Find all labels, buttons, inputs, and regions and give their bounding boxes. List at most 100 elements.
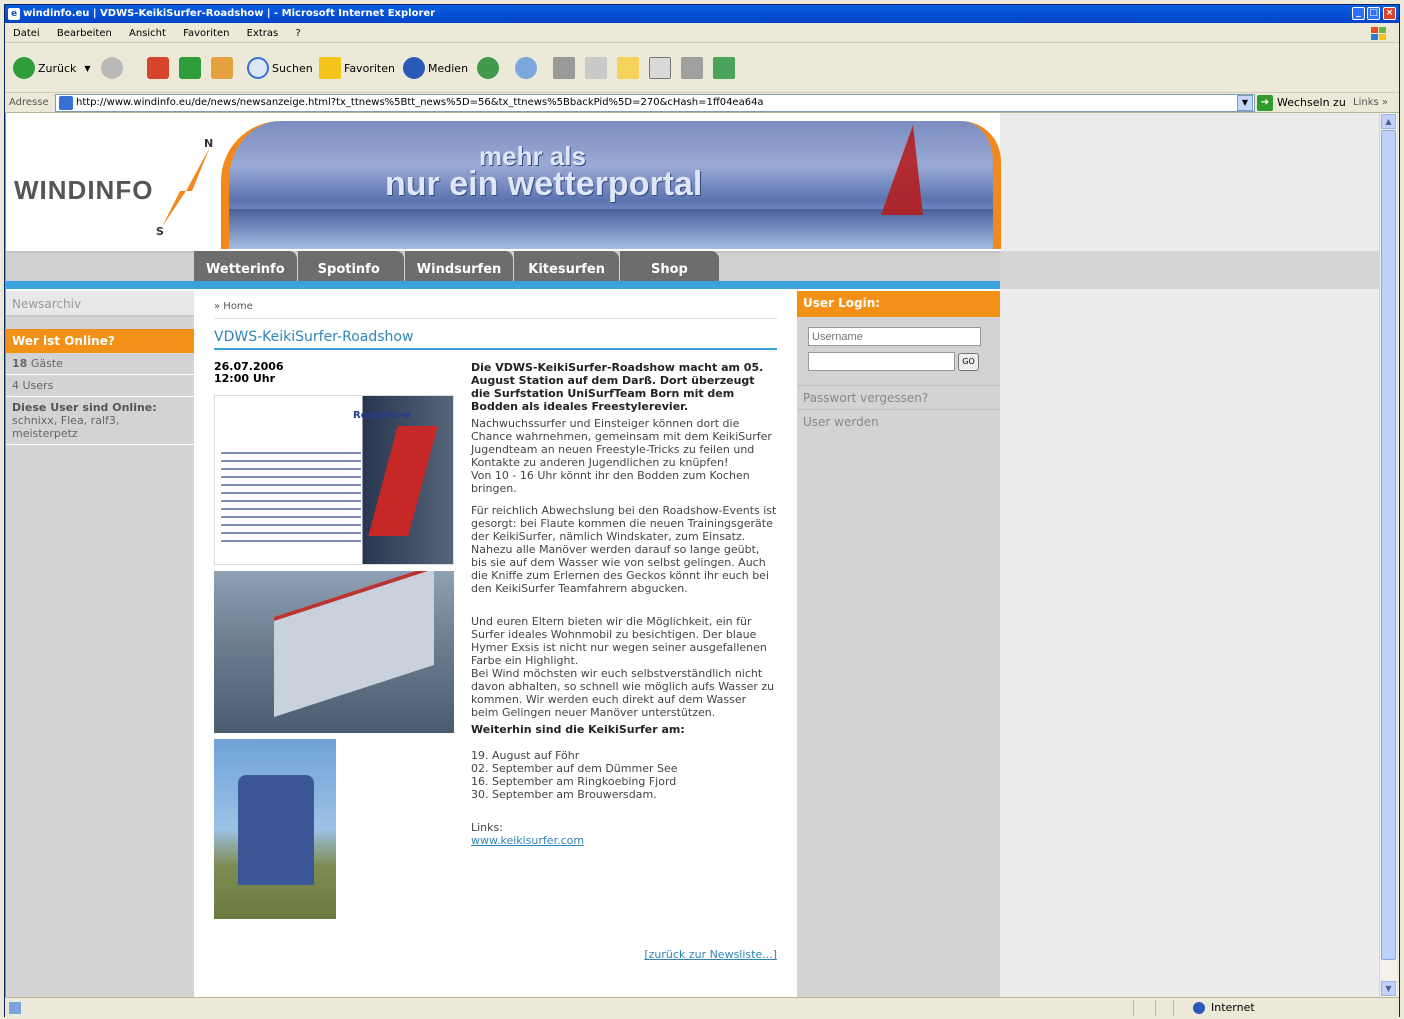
article-paragraph: Nachwuchssurfer und Einsteiger können do… — [471, 417, 772, 469]
go-button[interactable]: ➔ Wechseln zu — [1257, 93, 1346, 113]
list-item: 19. August auf Föhr — [471, 749, 580, 762]
web-page: WINDINFO N S mehr als nur ein wetterport… — [6, 113, 1001, 997]
scroll-thumb[interactable] — [1381, 130, 1396, 960]
discuss-button[interactable] — [617, 55, 642, 81]
article-paragraph: Und euren Eltern bieten wir die Möglichk… — [471, 615, 767, 667]
register-link[interactable]: User werden — [797, 409, 1000, 433]
messenger-button[interactable] — [681, 55, 706, 81]
online-users: Diese User sind Online: schnixx, Flea, r… — [6, 397, 194, 445]
nav-windsurfen[interactable]: Windsurfen — [404, 251, 514, 283]
username-input[interactable] — [808, 327, 981, 346]
close-button[interactable]: × — [1383, 7, 1396, 20]
password-input[interactable] — [808, 352, 955, 371]
blue-divider — [6, 281, 1000, 289]
address-label: Adresse — [9, 97, 49, 108]
login-title: User Login: — [797, 291, 1000, 317]
dates-list: 19. August auf Föhr 02. September auf de… — [471, 749, 777, 801]
keikisurfer-link[interactable]: www.keikisurfer.com — [471, 834, 584, 847]
security-zone: Internet — [1193, 998, 1255, 1018]
article-date: 26.07.2006 12:00 Uhr — [214, 360, 284, 385]
menu-ansicht[interactable]: Ansicht — [129, 28, 166, 39]
compass-north: N — [204, 137, 214, 150]
back-arrow-icon — [13, 57, 35, 79]
history-icon — [477, 57, 499, 79]
menu-extras[interactable]: Extras — [247, 28, 279, 39]
article-paragraph: Nahezu alle Manöver werden darauf so lan… — [471, 543, 769, 595]
menu-help[interactable]: ? — [295, 28, 300, 39]
article-title: VDWS-KeikiSurfer-Roadshow — [214, 329, 777, 350]
extra-button[interactable] — [713, 55, 738, 81]
status-separator — [1173, 1000, 1174, 1016]
dates-title: Weiterhin sind die KeikiSurfer am: — [471, 723, 685, 736]
status-separator — [1133, 1000, 1134, 1016]
history-button[interactable] — [477, 55, 502, 81]
minimize-button[interactable]: _ — [1352, 7, 1365, 20]
links-label[interactable]: Links » — [1353, 93, 1388, 113]
edit-button[interactable] — [585, 55, 610, 81]
scroll-up-icon[interactable]: ▲ — [1381, 114, 1396, 129]
nav-wetterinfo[interactable]: Wetterinfo — [194, 251, 297, 283]
menu-favoriten[interactable]: Favoriten — [183, 28, 229, 39]
header-banner-image: mehr als nur ein wetterportal — [221, 121, 1001, 249]
poster-sail-graphic — [368, 426, 438, 536]
ie-icon: e — [8, 8, 20, 20]
list-item: 02. September auf dem Dümmer See — [471, 762, 678, 775]
sidebar-item-newsarchiv[interactable]: Newsarchiv — [6, 291, 194, 317]
document-icon — [649, 57, 671, 79]
toolbar: Zurück ▼ Suchen Favoriten Medien — [5, 45, 1399, 93]
nav-shop[interactable]: Shop — [619, 251, 719, 283]
article-paragraph: Für reichlich Abwechslung bei den Roadsh… — [471, 504, 777, 543]
forward-button[interactable] — [101, 55, 126, 81]
plugin-icon — [681, 57, 703, 79]
links-label: Links: — [471, 821, 503, 834]
forward-arrow-icon — [101, 57, 123, 79]
mail-icon — [515, 57, 537, 79]
media-button[interactable]: Medien — [403, 55, 468, 81]
favorites-button[interactable]: Favoriten — [319, 55, 395, 81]
sail-graphic — [274, 571, 434, 717]
page-status-icon — [9, 1002, 21, 1014]
van-graphic — [238, 775, 314, 885]
status-bar: Internet — [5, 997, 1399, 1017]
right-sidebar: User Login: GO Passwort vergessen? User … — [797, 291, 1000, 997]
mail-button[interactable] — [515, 55, 540, 81]
print-button[interactable] — [553, 55, 578, 81]
page-viewport: WINDINFO N S mehr als nur ein wetterport… — [5, 113, 1379, 997]
media-icon — [403, 57, 425, 79]
vertical-scrollbar[interactable]: ▲ ▼ — [1379, 113, 1397, 997]
back-button[interactable]: Zurück ▼ — [13, 55, 91, 81]
address-dropdown-icon[interactable]: ▼ — [1237, 95, 1253, 111]
guests-count: 18 Gäste — [6, 353, 194, 375]
nav-kitesurfen[interactable]: Kitesurfen — [514, 251, 619, 283]
list-item: 16. September am Ringkoebing Fjord — [471, 775, 677, 788]
address-input[interactable]: http://www.windinfo.eu/de/news/newsanzei… — [55, 94, 1255, 112]
menu-bearbeiten[interactable]: Bearbeiten — [57, 28, 112, 39]
back-to-newslist-link[interactable]: [zurück zur Newsliste...] — [644, 948, 777, 961]
scroll-down-icon[interactable]: ▼ — [1381, 981, 1396, 996]
forgot-password-link[interactable]: Passwort vergessen? — [797, 385, 1000, 409]
search-button[interactable]: Suchen — [247, 55, 313, 81]
nav-spotinfo[interactable]: Spotinfo — [297, 251, 404, 283]
menu-datei[interactable]: Datei — [13, 28, 40, 39]
search-icon — [247, 57, 269, 79]
site-logo[interactable]: WINDINFO — [14, 175, 153, 206]
research-button[interactable] — [649, 55, 674, 81]
nav-strip-extension — [1000, 251, 1379, 283]
home-button[interactable] — [211, 55, 236, 81]
poster-text-lines — [221, 452, 361, 542]
login-go-button[interactable]: GO — [958, 353, 979, 371]
divider-extension — [1000, 281, 1379, 289]
maximize-button[interactable]: □ — [1367, 7, 1380, 20]
window-title: windinfo.eu | VDWS-KeikiSurfer-Roadshow … — [23, 8, 436, 19]
gear-icon — [713, 57, 735, 79]
article-content: » Home VDWS-KeikiSurfer-Roadshow 26.07.2… — [194, 291, 797, 997]
windsurfer-photo — [214, 571, 454, 733]
wave-graphic — [229, 209, 993, 249]
article-text: Die VDWS-KeikiSurfer-Roadshow macht am 0… — [471, 361, 777, 847]
users-count: 4 Users — [6, 375, 194, 397]
stop-button[interactable] — [147, 55, 172, 81]
chevron-down-icon[interactable]: ▼ — [84, 64, 90, 73]
page-icon — [59, 96, 73, 110]
breadcrumb[interactable]: » Home — [214, 301, 777, 319]
refresh-button[interactable] — [179, 55, 204, 81]
